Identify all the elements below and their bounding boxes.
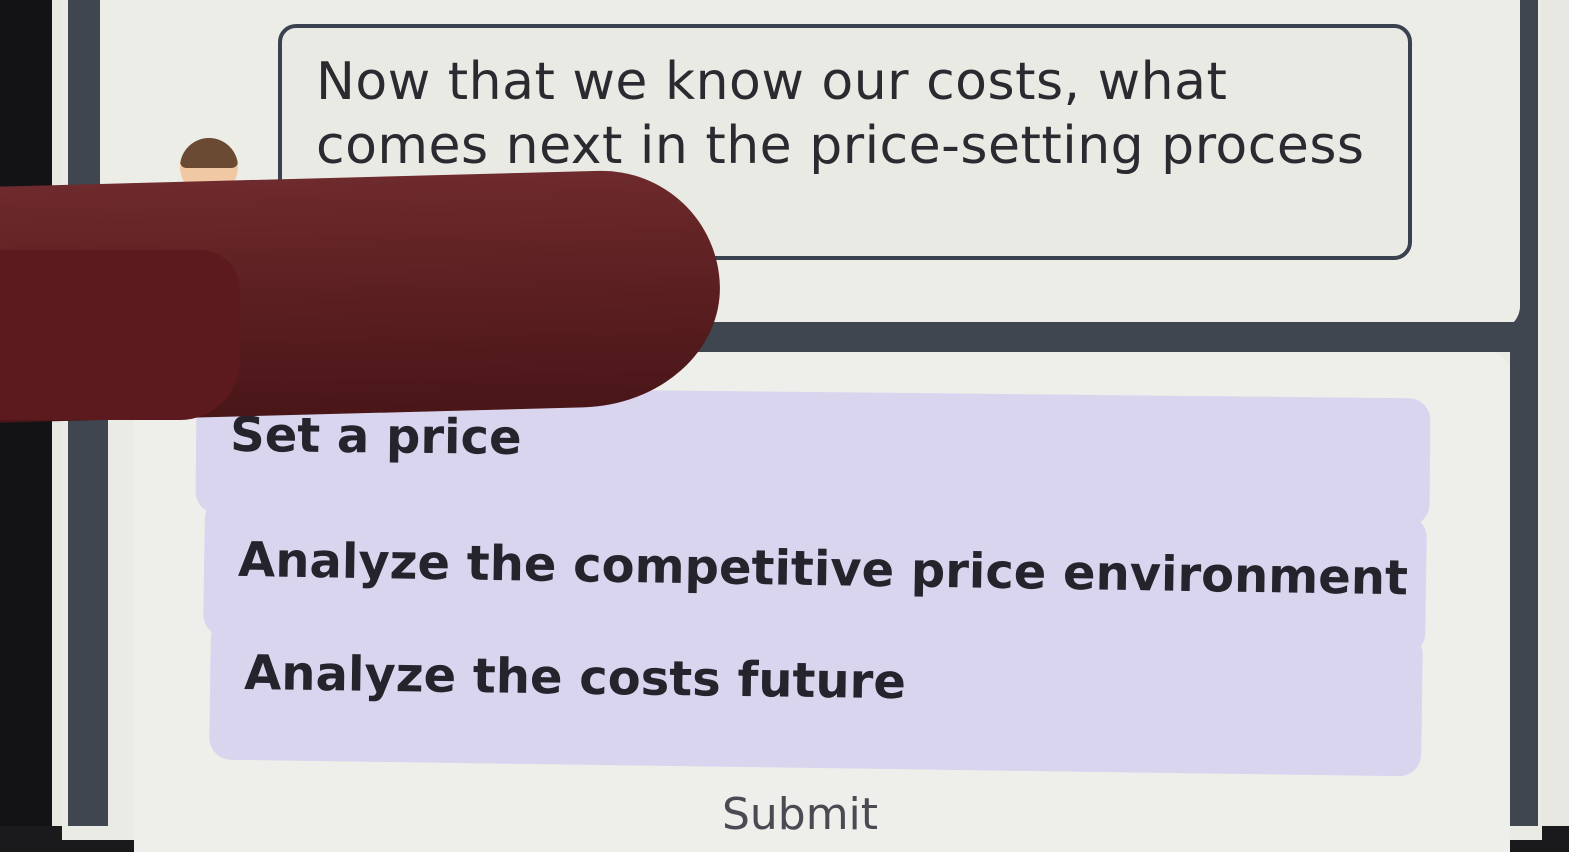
answer-option-label: Analyze the costs future (243, 645, 907, 711)
answer-option-label: Analyze the competitive price environmen… (237, 531, 1409, 607)
photo-of-screen: Now that we know our costs, what comes n… (0, 0, 1569, 852)
answer-option-label: Set a price (229, 406, 522, 466)
answer-option-analyze-costs[interactable]: Analyze the costs future (209, 615, 1423, 777)
finger-shadow (0, 250, 240, 420)
submit-button[interactable]: Submit (690, 784, 910, 844)
avatar-hair (180, 138, 238, 168)
